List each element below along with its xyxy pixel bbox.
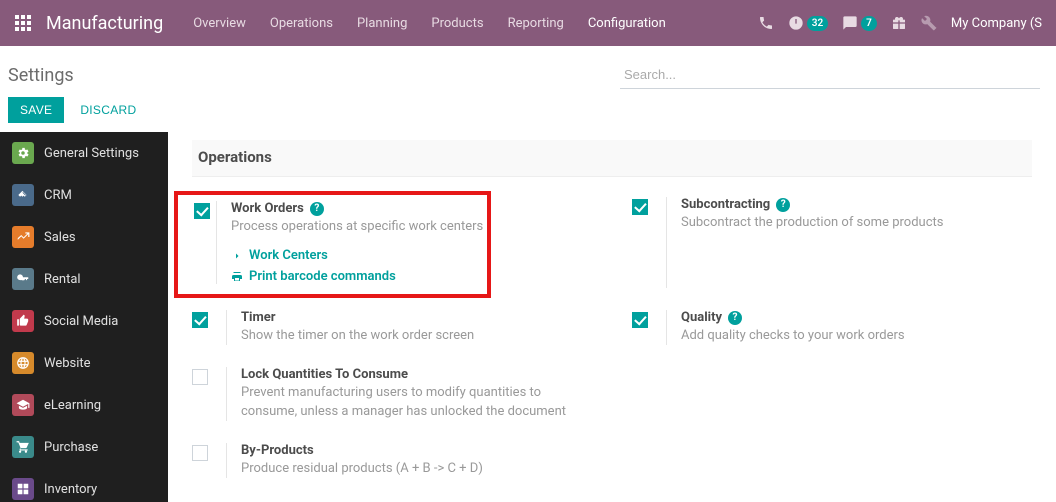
app-brand[interactable]: Manufacturing <box>38 13 183 34</box>
sidebar-item-social[interactable]: Social Media <box>0 300 168 342</box>
chart-up-icon <box>12 226 34 248</box>
setting-desc: Show the timer on the work order screen <box>241 327 592 345</box>
top-right-tray: 32 7 My Company (S <box>758 15 1048 31</box>
debug-icon[interactable] <box>921 15 937 31</box>
main-layout: General Settings CRM Sales Rental Social… <box>0 132 1056 502</box>
checkbox-subcontracting[interactable] <box>632 199 648 215</box>
sidebar-item-label: Inventory <box>44 482 97 497</box>
sidebar-item-crm[interactable]: CRM <box>0 174 168 216</box>
sidebar-item-label: Website <box>44 356 91 371</box>
section-header-operations: Operations <box>192 140 1032 177</box>
sidebar-item-label: Social Media <box>44 314 118 329</box>
activities-icon[interactable]: 32 <box>788 15 828 31</box>
search-container <box>620 61 1040 89</box>
key-icon <box>12 268 34 290</box>
link-label: Work Centers <box>249 248 328 263</box>
printer-icon <box>231 271 243 283</box>
checkbox-timer[interactable] <box>192 312 208 328</box>
setting-title-label: By-Products <box>241 443 314 458</box>
checkbox-work-orders[interactable] <box>194 203 210 219</box>
sidebar-item-inventory[interactable]: Inventory <box>0 468 168 502</box>
highlight-box: Work Orders ? Process operations at spec… <box>174 191 491 298</box>
setting-title-label: Subcontracting <box>681 197 770 212</box>
setting-lock-quantities: Lock Quantities To Consume Prevent manuf… <box>192 361 592 426</box>
top-navbar: Manufacturing Overview Operations Planni… <box>0 0 1056 46</box>
setting-desc: Add quality checks to your work orders <box>681 327 1032 345</box>
graduation-icon <box>12 394 34 416</box>
breadcrumb: Settings <box>8 65 74 86</box>
checkbox-lock-quantities[interactable] <box>192 369 208 385</box>
nav-operations[interactable]: Operations <box>260 6 343 41</box>
messages-icon[interactable]: 7 <box>842 15 877 31</box>
settings-content: Operations Work Orders ? Process operati… <box>168 132 1056 502</box>
setting-title-label: Quality <box>681 310 722 325</box>
nav-products[interactable]: Products <box>421 6 493 41</box>
action-buttons: SAVE DISCARD <box>0 96 1056 132</box>
settings-grid: Work Orders ? Process operations at spec… <box>192 177 1032 484</box>
setting-timer: Timer Show the timer on the work order s… <box>192 304 592 351</box>
sidebar-item-sales[interactable]: Sales <box>0 216 168 258</box>
setting-desc: Produce residual products (A + B -> C + … <box>241 460 592 478</box>
sidebar-item-rental[interactable]: Rental <box>0 258 168 300</box>
arrow-right-icon <box>231 250 243 262</box>
sidebar-item-label: eLearning <box>44 398 101 413</box>
apps-menu-icon[interactable] <box>8 0 38 46</box>
sidebar-item-label: Sales <box>44 230 76 245</box>
cart-icon <box>12 436 34 458</box>
sidebar-item-general[interactable]: General Settings <box>0 132 168 174</box>
setting-desc: Process operations at specific work cent… <box>231 218 483 236</box>
checkbox-by-products[interactable] <box>192 445 208 461</box>
link-print-barcode[interactable]: Print barcode commands <box>231 269 483 284</box>
nav-planning[interactable]: Planning <box>347 6 417 41</box>
gear-icon <box>12 142 34 164</box>
sidebar-item-website[interactable]: Website <box>0 342 168 384</box>
sidebar-item-elearning[interactable]: eLearning <box>0 384 168 426</box>
top-nav-menu: Overview Operations Planning Products Re… <box>183 6 758 41</box>
sidebar-item-label: CRM <box>44 188 72 203</box>
nav-reporting[interactable]: Reporting <box>498 6 574 41</box>
search-input[interactable] <box>620 61 1040 89</box>
setting-subcontracting: Subcontracting ? Subcontract the product… <box>632 191 1032 294</box>
discard-button[interactable]: DISCARD <box>70 97 146 123</box>
settings-sidebar: General Settings CRM Sales Rental Social… <box>0 132 168 502</box>
thumbs-up-icon <box>12 310 34 332</box>
phone-icon[interactable] <box>758 15 774 31</box>
link-label: Print barcode commands <box>249 269 396 284</box>
spacer <box>632 361 1032 426</box>
setting-title-label: Work Orders <box>231 201 304 216</box>
setting-desc: Prevent manufacturing users to modify qu… <box>241 384 592 420</box>
info-icon[interactable]: ? <box>776 198 790 212</box>
nav-overview[interactable]: Overview <box>183 6 256 41</box>
save-button[interactable]: SAVE <box>8 97 64 123</box>
messages-badge: 7 <box>861 16 877 31</box>
nav-configuration[interactable]: Configuration <box>578 6 676 41</box>
company-selector[interactable]: My Company (S <box>951 16 1042 31</box>
sidebar-item-label: General Settings <box>44 146 139 161</box>
boxes-icon <box>12 478 34 500</box>
setting-desc: Subcontract the production of some produ… <box>681 214 1032 232</box>
setting-by-products: By-Products Produce residual products (A… <box>192 437 592 484</box>
info-icon[interactable]: ? <box>728 311 742 325</box>
sidebar-item-purchase[interactable]: Purchase <box>0 426 168 468</box>
activities-badge: 32 <box>807 16 828 31</box>
globe-icon <box>12 352 34 374</box>
setting-title-label: Lock Quantities To Consume <box>241 367 408 382</box>
setting-title-label: Timer <box>241 310 276 325</box>
handshake-icon <box>12 184 34 206</box>
setting-quality: Quality ? Add quality checks to your wor… <box>632 304 1032 351</box>
control-bar: Settings <box>0 46 1056 96</box>
checkbox-quality[interactable] <box>632 312 648 328</box>
sidebar-item-label: Purchase <box>44 440 98 455</box>
info-icon[interactable]: ? <box>310 202 324 216</box>
setting-work-orders: Work Orders ? Process operations at spec… <box>192 191 592 294</box>
sidebar-item-label: Rental <box>44 272 81 287</box>
link-work-centers[interactable]: Work Centers <box>231 248 483 263</box>
gift-icon[interactable] <box>891 15 907 31</box>
